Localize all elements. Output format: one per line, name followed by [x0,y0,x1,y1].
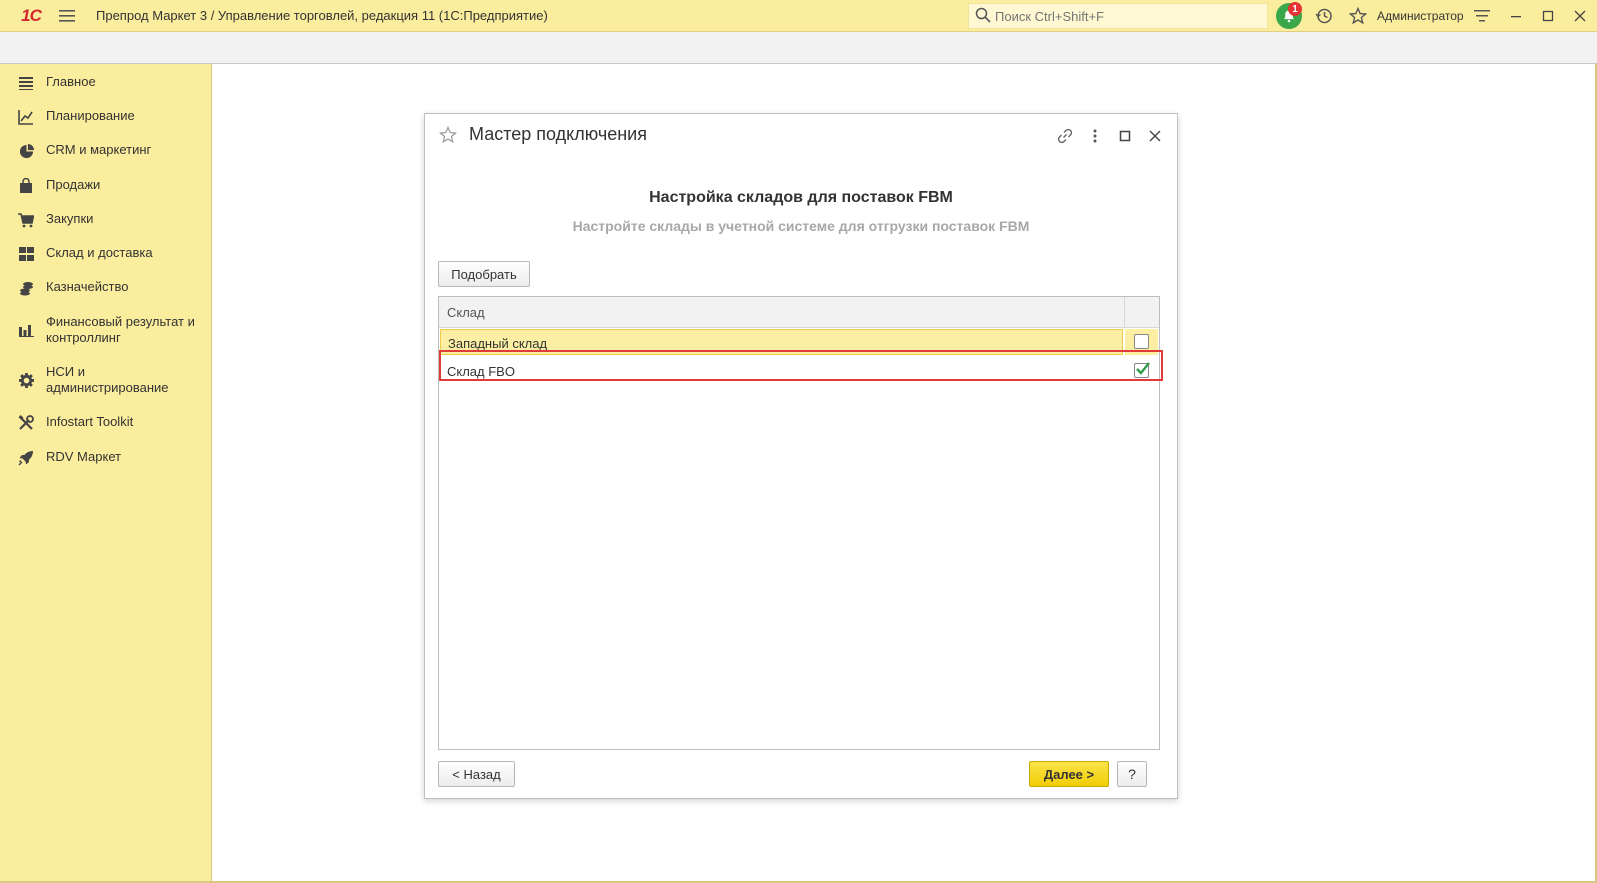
gear-icon [18,372,34,388]
bar-chart-icon [18,322,34,338]
next-button[interactable]: Далее > [1029,761,1109,787]
sidebar-item-label: Продажи [46,177,101,192]
sidebar-item-rdv-market[interactable]: RDV Маркет [0,449,212,466]
warehouse-name: Западный склад [448,336,548,351]
sidebar-item-label: RDV Маркет [46,449,122,464]
dialog-maximize-icon[interactable] [1115,126,1135,146]
sidebar-item-label: Главное [46,74,96,89]
dialog-title: Мастер подключения [469,124,647,144]
sidebar-item-purchases[interactable]: Закупки [0,211,212,228]
help-button[interactable]: ? [1117,761,1147,787]
user-name[interactable]: Администратор [1377,9,1464,23]
sidebar-item-main[interactable]: Главное [0,74,212,91]
highlight-frame [439,350,1163,381]
close-window-icon[interactable] [1568,4,1592,28]
table-header: Склад [439,297,1159,328]
sidebar-item-planning[interactable]: Планирование [0,108,212,125]
maximize-icon[interactable] [1536,4,1560,28]
sidebar-item-sales[interactable]: Продажи [0,177,212,194]
planning-icon [18,109,34,125]
sidebar-item-label: Склад и доставка [46,245,153,260]
connection-wizard-dialog: Мастер подключения Настройка складов для… [424,113,1178,799]
sidebar-item-label: Финансовый результат и контроллинг [46,314,195,345]
search-input[interactable] [995,8,1255,24]
favorites-star-icon[interactable] [1346,4,1370,28]
more-actions-icon[interactable] [1085,126,1105,146]
main-menu-icon[interactable] [52,0,82,32]
search-icon [975,7,991,26]
notification-badge: 1 [1288,2,1302,16]
list-icon [18,75,34,91]
dialog-close-icon[interactable] [1145,126,1165,146]
history-icon[interactable] [1312,4,1336,28]
app-logo[interactable]: 1C [10,0,52,32]
pick-button[interactable]: Подобрать [438,261,530,287]
sidebar-item-label: Планирование [46,108,135,123]
pie-chart-icon [18,143,34,159]
row-checkbox[interactable] [1134,334,1149,349]
sidebar-item-warehouse[interactable]: Склад и доставка [0,245,212,262]
sidebar-item-label: CRM и маркетинг [46,142,152,157]
cart-icon [18,212,34,228]
sidebar-item-financial-result[interactable]: Финансовый результат и контроллинг [0,314,212,346]
global-search[interactable] [968,3,1268,29]
settings-menu-icon[interactable] [1470,4,1494,28]
shopping-bag-icon [18,178,34,194]
sidebar-item-treasury[interactable]: Казначейство [0,279,212,296]
column-header-warehouse[interactable]: Склад [447,305,485,320]
step-subtitle: Настройте склады в учетной системе для о… [572,218,1030,234]
favorite-star-icon[interactable] [438,125,458,147]
tools-icon [18,415,34,431]
toolbar-strip [0,32,1597,64]
sidebar-item-crm[interactable]: CRM и маркетинг [0,142,212,159]
sidebar-item-label: НСИ и администрирование [46,364,169,395]
back-button[interactable]: < Назад [438,761,515,787]
sections-sidebar: Главное Планирование CRM и маркетинг Про… [0,64,212,883]
sidebar-item-nsi-admin[interactable]: НСИ и администрирование [0,364,212,396]
sidebar-item-infostart-toolkit[interactable]: Infostart Toolkit [0,414,212,431]
sidebar-item-label: Казначейство [46,279,129,294]
app-logo-text: 1C [21,5,42,25]
app-title: Препрод Маркет 3 / Управление торговлей,… [96,8,548,23]
warehouse-grid-icon [18,246,34,262]
link-icon[interactable] [1055,126,1075,146]
dialog-header: Мастер подключения [425,114,1177,158]
column-separator [1124,297,1125,328]
rocket-icon [18,450,34,466]
sidebar-item-label: Infostart Toolkit [46,414,134,429]
sidebar-item-label: Закупки [46,211,94,226]
coins-icon [18,280,34,296]
step-title: Настройка складов для поставок FBM [649,189,953,206]
minimize-icon[interactable] [1504,4,1528,28]
